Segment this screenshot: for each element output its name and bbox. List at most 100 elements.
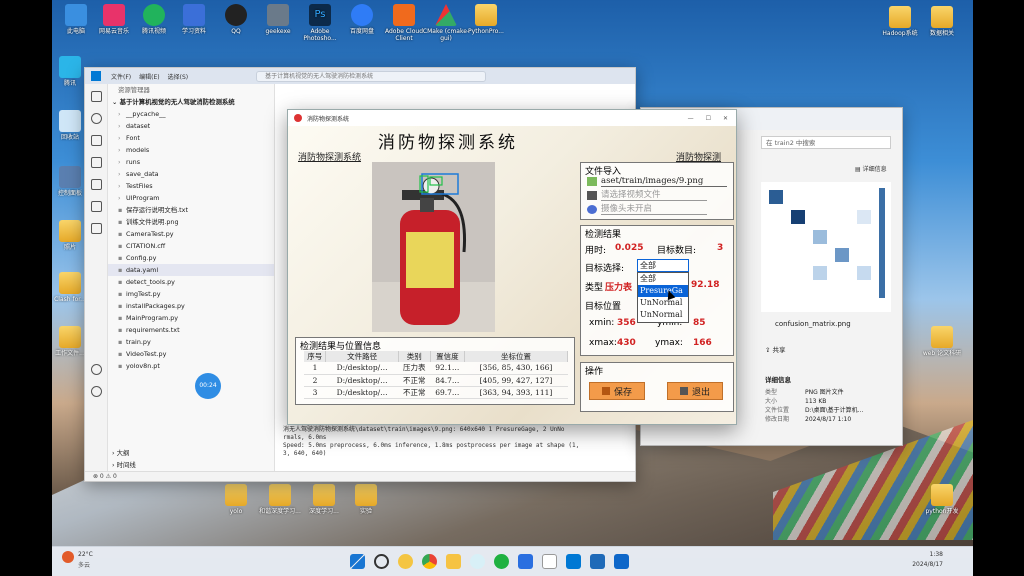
table-row[interactable]: 3 D:/desktop/… 不正常 69.7… [363, 94, 393, 111]	[304, 386, 568, 399]
menu-file[interactable]: 文件(F)	[111, 72, 131, 81]
dropdown-option[interactable]: UnNormal	[638, 309, 688, 321]
project-root[interactable]: ⌄ 基于计算机视觉的无人驾驶消防检测系统	[108, 96, 274, 108]
file-explorer-icon[interactable]	[446, 554, 461, 569]
timeline-section[interactable]: › 时间线	[112, 459, 136, 471]
file-item[interactable]: ▪ data.yaml	[108, 264, 274, 276]
file-item[interactable]: ▪ train.py	[108, 336, 274, 348]
folder-item[interactable]: › runs	[108, 156, 274, 168]
file-item[interactable]: ▪ MainProgram.py	[108, 312, 274, 324]
account-icon[interactable]	[90, 364, 102, 375]
folder-item[interactable]: › models	[108, 144, 274, 156]
desktop-icon[interactable]: Ps Adobe Photosho...	[296, 4, 344, 42]
file-item[interactable]: ▪ installPackages.py	[108, 300, 274, 312]
camera-status-field[interactable]: 摄像头未开启	[601, 204, 707, 215]
file-item[interactable]: ▪ CITATION.cff	[108, 240, 274, 252]
confusion-matrix-preview[interactable]	[761, 182, 891, 312]
chrome-icon[interactable]	[422, 554, 437, 569]
file-item[interactable]: ▪ 保存运行说明文档.txt	[108, 204, 274, 216]
table-row[interactable]: 2 D:/desktop/… 不正常 84.7… [405, 99, 427, 127]	[304, 374, 568, 387]
desktop-icon[interactable]: python开发	[918, 484, 966, 515]
app-icon[interactable]	[398, 554, 413, 569]
camera-icon[interactable]	[587, 205, 597, 214]
clock-date[interactable]: 2024/8/17	[912, 561, 943, 568]
file-item[interactable]: ▪ VideoTest.py	[108, 348, 274, 360]
dropdown-option[interactable]: PresureGa	[638, 285, 688, 297]
file-item[interactable]: ▪ yolov8n.pt	[108, 360, 274, 372]
details-button[interactable]: ▤ 详细信息	[855, 164, 887, 173]
desktop-icon[interactable]: PythonPro...	[462, 4, 510, 35]
col-header[interactable]: 文件路径	[325, 351, 399, 362]
menu-select[interactable]: 选择(S)	[168, 72, 189, 81]
folder-item[interactable]: › TestFiles	[108, 180, 274, 192]
desktop-icon[interactable]: 学习资料	[170, 4, 218, 35]
gear-icon[interactable]	[90, 386, 102, 397]
folder-item[interactable]: › dataset	[108, 120, 274, 132]
desktop-icon[interactable]: 百度网盘	[338, 4, 386, 35]
problems-status[interactable]: ⊗ 0 ⚠ 0	[93, 473, 117, 480]
col-header[interactable]: 序号	[304, 351, 327, 362]
video-file-icon[interactable]	[587, 191, 597, 200]
folder-item[interactable]: › Font	[108, 132, 274, 144]
desktop-icon[interactable]: Adobe Cloud Client	[380, 4, 428, 42]
desktop-icon[interactable]: 深度学习...	[300, 484, 348, 515]
extensions-icon[interactable]	[90, 179, 102, 190]
menu-edit[interactable]: 编辑(E)	[139, 72, 159, 81]
target-select[interactable]: 全部	[637, 259, 689, 272]
folder-item[interactable]: › UIProgram	[108, 192, 274, 204]
save-button[interactable]: 保存	[589, 382, 645, 400]
desktop-icon[interactable]: QQ	[212, 4, 260, 35]
file-item[interactable]: ▪ detect_tools.py	[108, 276, 274, 288]
desktop-icon[interactable]: 实验	[342, 484, 390, 515]
app-icon[interactable]	[470, 554, 485, 569]
file-item[interactable]: ▪ requirements.txt	[108, 324, 274, 336]
image-file-icon[interactable]	[587, 177, 597, 186]
minimize-button[interactable]: —	[688, 115, 694, 122]
file-item[interactable]: ▪ imgTest.py	[108, 288, 274, 300]
desktop-icon[interactable]: Hadoop系统	[876, 6, 924, 37]
folder-item[interactable]: › save_data	[108, 168, 274, 180]
video-path-field[interactable]: 请选择视频文件	[601, 190, 707, 201]
file-item[interactable]: ▪ Config.py	[108, 252, 274, 264]
desktop-icon[interactable]: yolo	[212, 484, 260, 515]
share-button[interactable]: ⇪ 共享	[765, 344, 786, 354]
app-icon[interactable]	[590, 554, 605, 569]
files-icon[interactable]	[90, 91, 102, 102]
dropdown-option[interactable]: 全部	[638, 273, 688, 285]
command-search-input[interactable]: 基于计算机视觉的无人驾驶消防检测系统	[256, 70, 487, 82]
testing-icon[interactable]	[90, 201, 102, 212]
col-header[interactable]: 置信度	[430, 351, 465, 362]
start-icon[interactable]	[350, 554, 365, 569]
maximize-button[interactable]: ☐	[706, 115, 711, 122]
close-button[interactable]: ✕	[723, 115, 728, 122]
search-icon[interactable]	[90, 113, 102, 124]
col-header[interactable]: 类别	[398, 351, 431, 362]
desktop-icon[interactable]: 和谐深度学习...	[256, 484, 304, 515]
col-header[interactable]: 坐标位置	[464, 351, 569, 362]
outline-section[interactable]: › 大纲	[112, 447, 129, 459]
run-debug-icon[interactable]	[90, 157, 102, 168]
pycharm-icon[interactable]	[614, 554, 629, 569]
desktop-icon[interactable]: web 论文科研	[918, 326, 966, 357]
exit-button[interactable]: 退出	[667, 382, 723, 400]
app-icon[interactable]	[518, 554, 533, 569]
terminal-panel[interactable]: 消无人驾驶消防物探测系统\dataset\train\images\9.png:…	[275, 424, 635, 471]
explorer-search-input[interactable]: 在 train2 中搜索	[761, 136, 891, 149]
recording-timer[interactable]: 00:24	[195, 373, 221, 399]
python-icon[interactable]	[90, 223, 102, 234]
folder-item[interactable]: › __pycache__	[108, 108, 274, 120]
time-label: 用时:	[585, 246, 607, 256]
chevron-right-icon: ›	[118, 158, 121, 166]
dropdown-option[interactable]: UnNormal	[638, 297, 688, 309]
clock-time[interactable]: 1:38	[930, 551, 943, 558]
search-icon[interactable]	[374, 554, 389, 569]
wechat-icon[interactable]	[494, 554, 509, 569]
desktop-icon[interactable]: geekexe	[254, 4, 302, 35]
file-item[interactable]: ▪ CameraTest.py	[108, 228, 274, 240]
app-icon[interactable]	[542, 554, 557, 569]
desktop-icon[interactable]: 数据相关	[918, 6, 966, 37]
table-row[interactable]: 1 D:/desktop/… 压力表 92.1… [356, 85, 430, 166]	[304, 362, 568, 375]
source-control-icon[interactable]	[90, 135, 102, 146]
image-path-field[interactable]: aset/train/images/9.png	[601, 176, 727, 187]
vscode-icon[interactable]	[566, 554, 581, 569]
file-item[interactable]: ▪ 训练文件说明.png	[108, 216, 274, 228]
